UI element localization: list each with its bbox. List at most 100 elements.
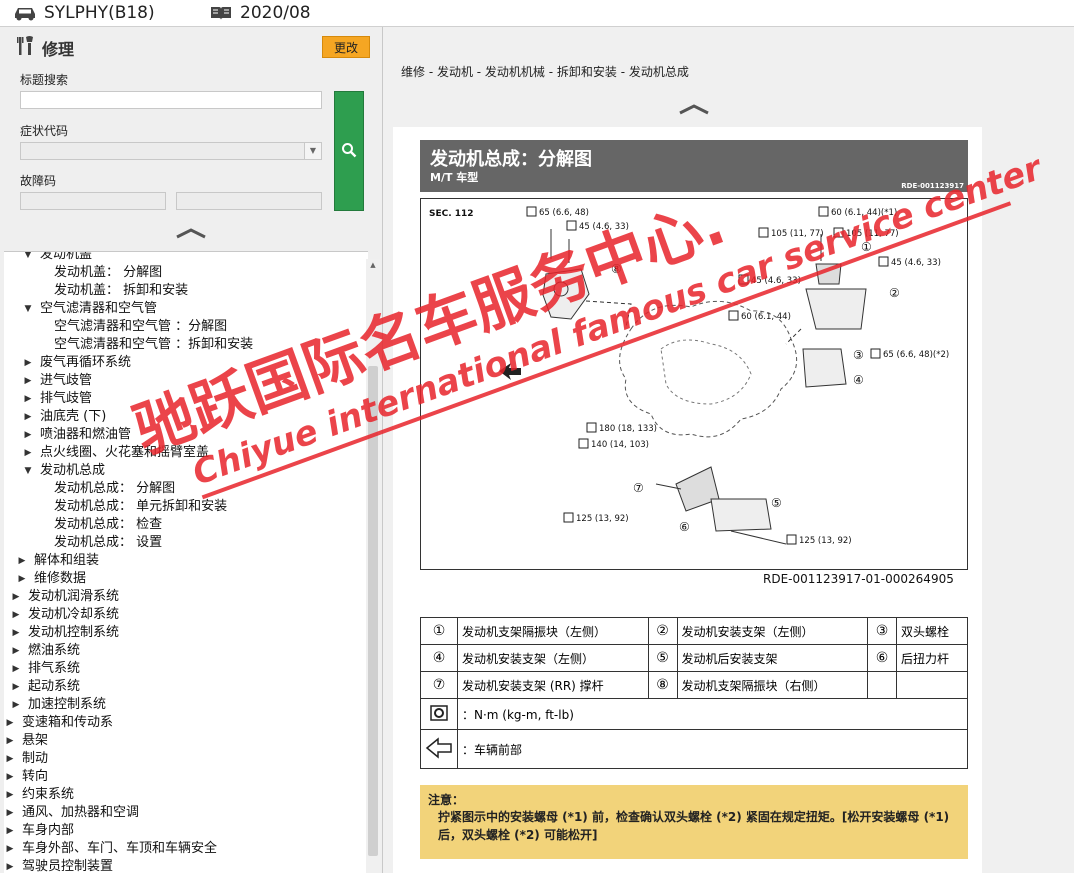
torque-label: 60 (6.1, 44) [741,312,791,322]
collapsed-arrow-icon[interactable]: ▶ [22,408,34,426]
legend-number: ① [420,617,458,645]
tree-item[interactable]: 发动机总成： 分解图 [54,480,175,498]
collapsed-arrow-icon[interactable]: ▶ [10,642,22,660]
title-search-label: 标题搜索 [20,73,69,87]
collapsed-arrow-icon[interactable]: ▶ [4,786,16,804]
collapsed-arrow-icon[interactable]: ▶ [4,768,16,786]
repair-title: 修理 [42,40,75,59]
collapsed-arrow-icon[interactable]: ▶ [10,588,22,606]
tree-item[interactable]: 发动机盖： 分解图 [54,264,162,282]
legend-text: 发动机后安装支架 [676,644,868,672]
tree-item[interactable]: 发动机总成 [40,462,105,480]
search-button[interactable] [334,91,364,211]
legend-text: 发动机安装支架（左侧） [457,644,649,672]
collapsed-arrow-icon[interactable]: ▶ [4,858,16,874]
torque-wrench-icon [586,422,597,433]
collapsed-arrow-icon[interactable]: ▶ [4,732,16,750]
collapsed-arrow-icon[interactable]: ▶ [10,660,22,678]
legend-number: ⑤ [647,644,678,672]
search-icon [342,142,357,157]
fault-code-input-2[interactable] [176,192,322,210]
tree-item[interactable]: 空气滤清器和空气管 ：分解图 [54,318,227,336]
tree-item[interactable]: 发动机总成： 检查 [54,516,162,534]
sec-label: SEC. 112 [429,209,474,219]
caution-note: 注意： 拧紧图示中的安装螺母 (*1) 前，检查确认双头螺栓 (*2) 紧固在规… [420,785,968,859]
tree-item[interactable]: 变速箱和传动系 [22,714,113,732]
expanded-arrow-icon[interactable]: ▼ [22,462,34,480]
chevron-up-icon[interactable] [678,103,710,115]
tree-item[interactable]: 约束系统 [22,786,74,804]
tree-item[interactable]: 发动机盖： 拆卸和安装 [54,282,188,300]
tree-item[interactable]: 发动机总成： 单元拆卸和安装 [54,498,227,516]
tree-item[interactable]: 维修数据 [34,570,86,588]
torque-wrench-icon [526,206,537,217]
tree-item[interactable]: 加速控制系统 [28,696,106,714]
legend-number [867,671,897,699]
tree-item[interactable]: 转向 [22,768,48,786]
collapsed-arrow-icon[interactable]: ▶ [22,354,34,372]
legend-text: 发动机安装支架（左侧） [676,617,868,645]
part-callout: ② [889,286,900,300]
collapsed-arrow-icon[interactable]: ▶ [22,372,34,390]
legend-number: ② [647,617,678,645]
tree-item[interactable]: 排气歧管 [40,390,92,408]
scrollbar-thumb[interactable] [368,366,378,856]
tree-item[interactable]: 燃油系统 [28,642,80,660]
symptom-code-select[interactable]: ▼ [20,142,322,160]
collapsed-arrow-icon[interactable]: ▶ [4,714,16,732]
tree-item[interactable]: 起动系统 [28,678,80,696]
tree-item[interactable]: 制动 [22,750,48,768]
doc-title: 发动机总成：分解图 [430,149,592,170]
collapsed-arrow-icon[interactable]: ▶ [16,570,28,588]
tree-item[interactable]: 车身外部、车门、车顶和车辆安全 [22,840,217,858]
torque-label: 125 (13, 92) [799,536,852,546]
collapsed-arrow-icon[interactable]: ▶ [10,678,22,696]
title-search-input[interactable] [20,91,322,109]
tree-item[interactable]: 通风、加热器和空调 [22,804,139,822]
tree-item[interactable]: 空气滤清器和空气管 [40,300,157,318]
collapsed-arrow-icon[interactable]: ▶ [10,696,22,714]
collapsed-arrow-icon[interactable]: ▶ [4,822,16,840]
collapsed-arrow-icon[interactable]: ▶ [22,426,34,444]
legend-number: ④ [420,644,458,672]
collapsed-arrow-icon[interactable]: ▶ [10,606,22,624]
tree-item[interactable]: 驾驶员控制装置 [22,858,113,874]
tree-item[interactable]: 油底壳 (下) [40,408,106,426]
left-mount-part [802,234,867,388]
tree-item[interactable]: 发动机总成： 设置 [54,534,162,552]
scroll-up-arrow-icon[interactable]: ▲ [366,259,380,271]
chevron-up-icon[interactable] [175,227,207,239]
tree-item[interactable]: 进气歧管 [40,372,92,390]
tree-item[interactable]: 点火线圈、火花塞和摇臂室盖 [40,444,209,462]
tree-item[interactable]: 发动机润滑系统 [28,588,119,606]
tree-item[interactable]: 发动机盖 [40,252,92,264]
collapsed-arrow-icon[interactable]: ▶ [16,552,28,570]
tree-item[interactable]: 排气系统 [28,660,80,678]
tree-item[interactable]: 发动机控制系统 [28,624,119,642]
collapsed-arrow-icon[interactable]: ▶ [10,624,22,642]
torque-wrench-icon [738,274,749,285]
tree-scrollbar[interactable]: ▲ [366,259,380,873]
change-button[interactable]: 更改 [322,36,370,58]
collapsed-arrow-icon[interactable]: ▶ [22,444,34,462]
tree-item[interactable]: 空气滤清器和空气管 ：拆卸和安装 [54,336,253,354]
collapsed-arrow-icon[interactable]: ▶ [4,840,16,858]
front-symbol-cell [420,729,458,769]
tree-item[interactable]: 喷油器和燃油管 [40,426,131,444]
legend-text: 双头螺栓 [896,617,968,645]
torque-wrench-icon [758,227,769,238]
expanded-arrow-icon[interactable]: ▼ [22,300,34,318]
fault-code-input-1[interactable] [20,192,166,210]
collapsed-arrow-icon[interactable]: ▶ [22,390,34,408]
wrench-icon [17,36,33,55]
torque-label: 140 (14, 103) [591,440,649,450]
tree-item[interactable]: 悬架 [22,732,48,750]
tree-item[interactable]: 废气再循环系统 [40,354,131,372]
collapsed-arrow-icon[interactable]: ▶ [4,804,16,822]
torque-wrench-icon [833,227,844,238]
collapsed-arrow-icon[interactable]: ▶ [4,750,16,768]
tree-item[interactable]: 解体和组装 [34,552,99,570]
expanded-arrow-icon[interactable]: ▼ [22,252,34,264]
tree-item[interactable]: 车身内部 [22,822,74,840]
tree-item[interactable]: 发动机冷却系统 [28,606,119,624]
